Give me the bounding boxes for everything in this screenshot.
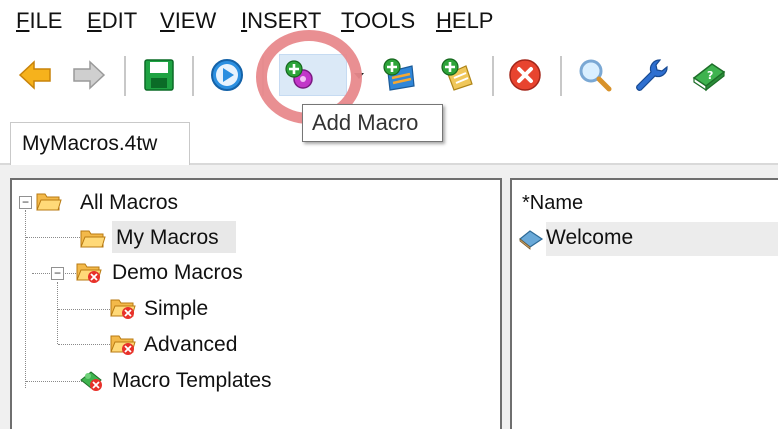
toolbar-separator <box>492 56 494 96</box>
dropdown-arrow-icon <box>354 73 364 79</box>
forward-button[interactable] <box>68 54 110 96</box>
toolbar-separator <box>560 56 562 96</box>
list-item-welcome[interactable]: Welcome <box>546 226 633 250</box>
search-icon <box>579 59 612 92</box>
add-folder-icon <box>383 58 415 91</box>
tree-item-all-macros[interactable]: All Macros <box>80 188 178 218</box>
menu-insert[interactable]: INSERT <box>241 8 321 34</box>
add-macro-button[interactable] <box>279 54 347 96</box>
save-icon <box>144 59 174 91</box>
play-button[interactable] <box>206 54 248 96</box>
folder-open-icon <box>36 189 62 213</box>
add-template-icon <box>441 58 473 91</box>
menu-view[interactable]: VIEW <box>160 8 216 34</box>
collapse-toggle[interactable]: − <box>19 196 32 209</box>
toolbar-separator <box>192 56 194 96</box>
locked-folder-icon <box>110 296 136 320</box>
toolbar: ? <box>0 44 778 104</box>
folder-open-icon <box>80 226 106 250</box>
svg-text:?: ? <box>707 69 713 82</box>
add-folder-button[interactable] <box>378 54 420 96</box>
back-arrow-icon <box>18 60 51 90</box>
tree-item-advanced[interactable]: Advanced <box>144 330 237 360</box>
tree-line <box>58 344 112 345</box>
tools-button[interactable] <box>630 54 672 96</box>
macro-icon <box>518 228 544 250</box>
help-button[interactable]: ? <box>688 54 730 96</box>
toolbar-separator <box>262 56 264 96</box>
collapse-toggle[interactable]: − <box>51 267 64 280</box>
menu-help[interactable]: HELP <box>436 8 493 34</box>
tree-line <box>26 237 82 238</box>
save-button[interactable] <box>138 54 180 96</box>
tab-mymacros[interactable]: MyMacros.4tw <box>10 122 190 165</box>
add-macro-icon <box>285 60 313 89</box>
tree-item-simple[interactable]: Simple <box>144 294 208 324</box>
menu-file[interactable]: FILE <box>16 8 62 34</box>
tree-line <box>58 309 112 310</box>
tree-item-demo-macros[interactable]: Demo Macros <box>112 258 243 288</box>
column-header-name[interactable]: *Name <box>522 192 583 215</box>
tree-line <box>57 282 58 344</box>
play-icon <box>211 59 243 91</box>
back-button[interactable] <box>14 54 56 96</box>
template-icon <box>78 368 104 392</box>
tree-item-my-macros[interactable]: My Macros <box>116 223 219 253</box>
forward-arrow-icon <box>73 60 106 90</box>
delete-icon <box>509 59 541 91</box>
tree-line <box>26 381 82 382</box>
tree-item-macro-templates[interactable]: Macro Templates <box>112 366 272 396</box>
menu-tools[interactable]: TOOLS <box>341 8 415 34</box>
locked-folder-icon <box>76 260 102 284</box>
search-button[interactable] <box>574 54 616 96</box>
macro-tree-pane: − All Macros My Macros − Demo Macros Sim… <box>10 178 502 429</box>
toolbar-separator <box>124 56 126 96</box>
add-template-button[interactable] <box>436 54 478 96</box>
tooltip: Add Macro <box>302 104 443 142</box>
menu-edit[interactable]: EDIT <box>87 8 137 34</box>
help-book-icon: ? <box>692 63 726 92</box>
delete-button[interactable] <box>504 54 546 96</box>
macro-list-pane: *Name Welcome <box>510 178 778 429</box>
locked-folder-icon <box>110 332 136 356</box>
add-macro-dropdown[interactable] <box>348 54 370 96</box>
menu-bar: FILE EDIT VIEW INSERT TOOLS HELP <box>0 0 778 42</box>
wrench-icon <box>636 59 668 91</box>
